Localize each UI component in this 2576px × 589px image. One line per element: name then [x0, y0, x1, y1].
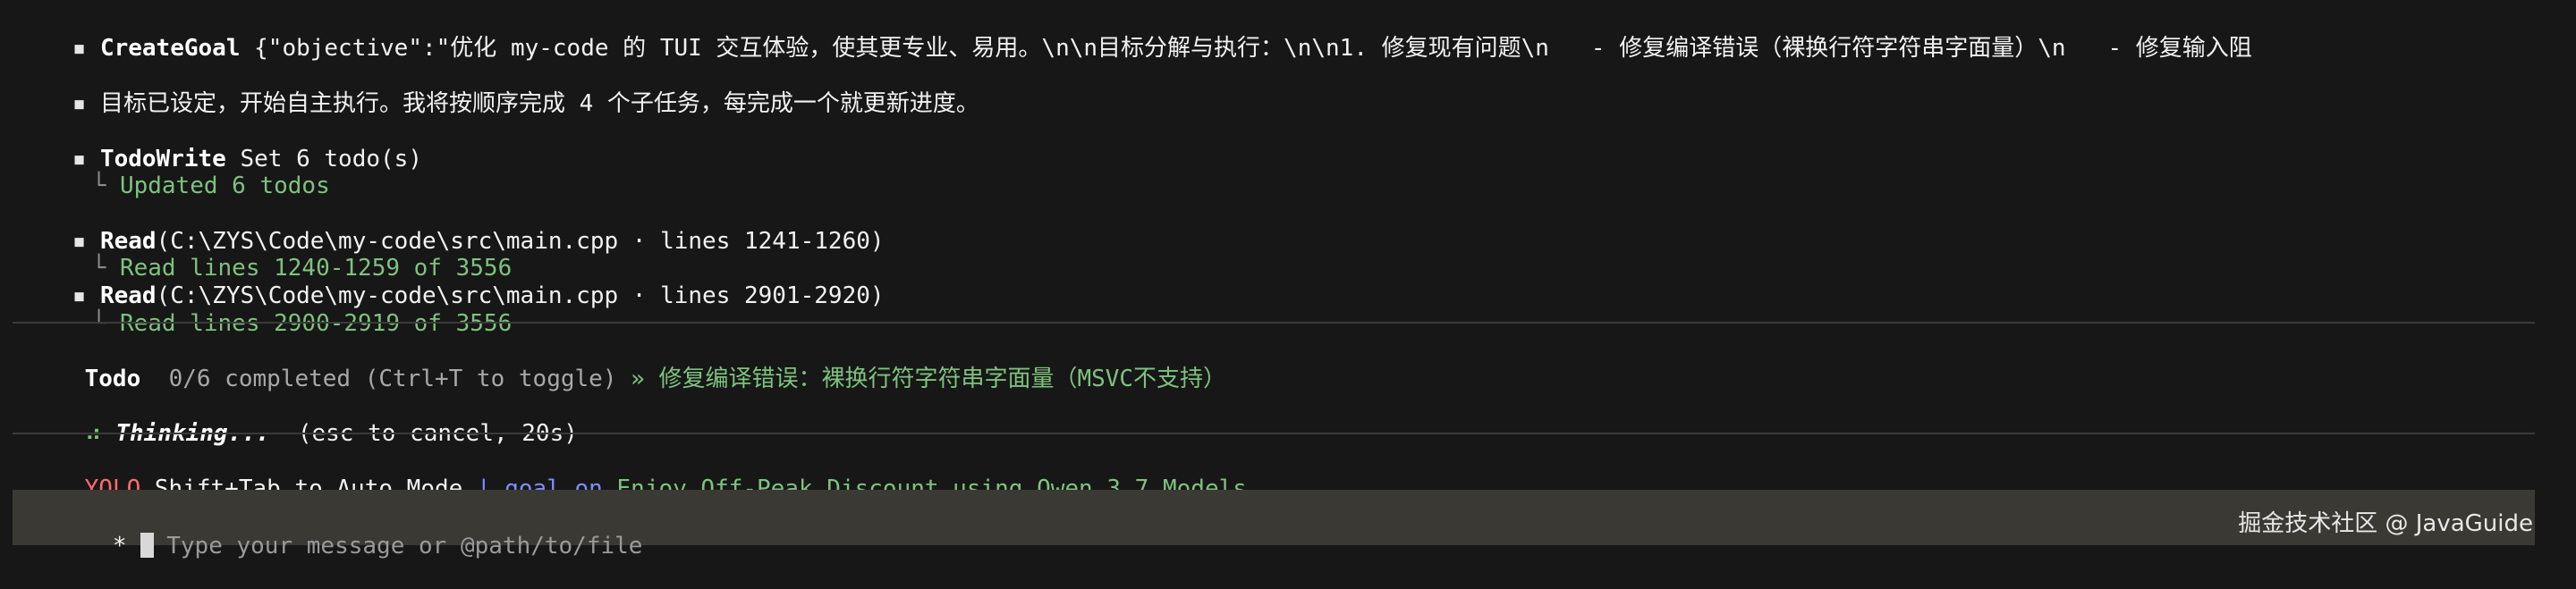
tool-name: CreateGoal: [99, 35, 241, 62]
tree-branch-icon: └: [91, 172, 106, 199]
tree-branch-icon: └: [91, 310, 106, 337]
bullet-icon: ▪: [72, 90, 87, 117]
mode-status-bar: YOLO Shift+Tab to Auto Mode | goal on En…: [29, 446, 1247, 502]
todo-status-bar[interactable]: Todo 0/6 completed (Ctrl+T to toggle) » …: [29, 336, 1226, 392]
text-cursor: [140, 533, 155, 558]
tool-result: Updated 6 todos: [119, 172, 330, 199]
todo-label: Todo: [84, 366, 141, 392]
message-input-bar[interactable]: * Type your message or @path/to/file: [13, 490, 2535, 560]
assistant-message: 目标已设定，开始自主执行。我将按顺序完成 4 个子任务，每完成一个就更新进度。: [99, 90, 979, 117]
message-input[interactable]: * Type your message or @path/to/file: [29, 503, 642, 560]
log-result-read-2: └ Read lines 2900-2919 of 3556: [36, 281, 513, 337]
log-result-read-1: └ Read lines 1240-1259 of 3556: [36, 225, 513, 282]
tool-result: Read lines 2900-2919 of 3556: [119, 310, 513, 337]
log-entry-create-goal: ▪ CreateGoal {"objective":"优化 my-code 的 …: [16, 5, 2252, 62]
thinking-indicator: ⠴ Thinking... (esc to cancel, 20s): [29, 391, 578, 447]
bullet-icon: ▪: [72, 35, 87, 62]
todo-progress: 0/6 completed (Ctrl+T to toggle): [168, 366, 617, 392]
log-result-todo-write: └ Updated 6 todos: [36, 143, 330, 199]
log-entry-todo-write: ▪ TodoWrite Set 6 todo(s): [16, 116, 422, 172]
tool-args: {"objective":"优化 my-code 的 TUI 交互体验，使其更专…: [254, 35, 2252, 62]
divider: [13, 433, 2535, 434]
todo-separator: »: [631, 366, 645, 392]
todo-current-task: 修复编译错误：裸换行符字符串字面量（MSVC不支持）: [658, 366, 1227, 392]
divider: [13, 322, 2535, 324]
log-entry-read-2: ▪ Read(C:\ZYS\Code\my-code\src\main.cpp …: [16, 253, 885, 309]
log-entry-message: ▪ 目标已设定，开始自主执行。我将按顺序完成 4 个子任务，每完成一个就更新进度…: [16, 61, 979, 117]
prompt-star-icon: *: [112, 533, 127, 560]
terminal-window: ▪ CreateGoal {"objective":"优化 my-code 的 …: [0, 0, 2576, 560]
watermark: 掘金技术社区 @ JavaGuide: [2238, 510, 2533, 537]
log-entry-read-1: ▪ Read(C:\ZYS\Code\my-code\src\main.cpp …: [16, 198, 885, 255]
input-placeholder: Type your message or @path/to/file: [166, 533, 643, 560]
